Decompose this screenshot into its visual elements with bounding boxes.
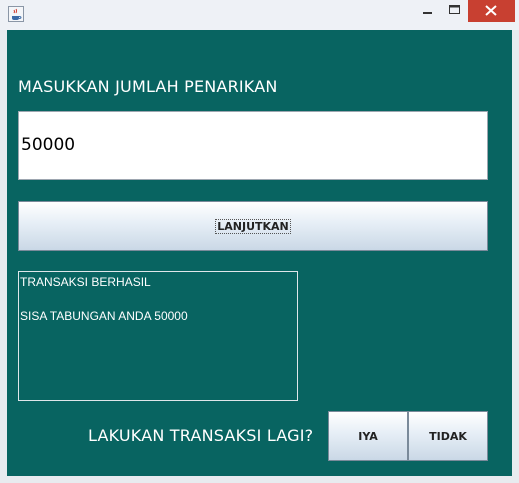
amount-input[interactable]: 50000: [18, 111, 488, 180]
minimize-icon: [423, 12, 432, 14]
java-cup-icon: [8, 6, 24, 22]
close-button[interactable]: [468, 0, 515, 22]
no-button[interactable]: TIDAK: [408, 411, 488, 461]
result-text-area[interactable]: TRANSAKSI BERHASIL SISA TABUNGAN ANDA 50…: [18, 271, 298, 401]
result-status-line: TRANSAKSI BERHASIL: [20, 275, 151, 289]
main-panel: [7, 30, 512, 476]
minimize-button[interactable]: [412, 0, 442, 22]
yes-button[interactable]: IYA: [328, 411, 408, 461]
result-blank-line: [20, 291, 297, 308]
title-bar[interactable]: [0, 0, 519, 30]
result-balance-line: SISA TABUNGAN ANDA 50000: [20, 309, 188, 323]
withdrawal-amount-label: MASUKKAN JUMLAH PENARIKAN: [18, 77, 278, 96]
close-icon: [485, 5, 497, 16]
continue-button[interactable]: LANJUTKAN: [18, 201, 488, 251]
continue-button-label: LANJUTKAN: [215, 218, 291, 234]
repeat-transaction-question: LAKUKAN TRANSAKSI LAGI?: [88, 426, 314, 445]
maximize-button[interactable]: [442, 0, 468, 22]
maximize-icon: [449, 5, 460, 14]
